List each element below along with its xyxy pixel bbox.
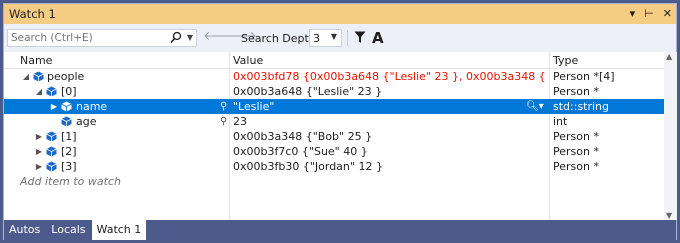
search-depth-select[interactable]: 3 ▼ <box>309 29 342 47</box>
text-format-icon[interactable]: A <box>372 29 384 47</box>
grid-header: Name Value Type <box>4 52 664 69</box>
table-row[interactable]: ◢ [0] 0x00b3a648 {"Leslie" 23 } Person * <box>4 84 664 99</box>
watch-type: Person * <box>553 130 599 143</box>
variable-icon <box>33 71 44 82</box>
variable-icon <box>46 161 57 172</box>
table-row[interactable]: ▶ [3] 0x00b3fb30 {"Jordan" 12 } Person * <box>4 159 664 174</box>
tab-autos[interactable]: Autos <box>4 220 45 240</box>
watch-type: Person * <box>553 160 599 173</box>
watch-window: Watch 1 ▾ ⊢ ✕ ▼ 🡐 🡒 Search Depth: 3 ▼ A <box>3 3 677 240</box>
watch-name: [1] <box>61 130 77 143</box>
table-row-selected[interactable]: ▶ name ⚲ "Leslie" 🔍︎▾ std::string <box>4 99 664 114</box>
vertical-scrollbar[interactable]: ▲ ▼ <box>664 52 677 220</box>
visualizer-magnifier-icon[interactable]: 🔍︎▾ <box>526 100 544 113</box>
toolbar: ▼ 🡐 🡒 Search Depth: 3 ▼ A <box>4 24 676 52</box>
table-row[interactable]: age ⚲ 23 int <box>4 114 664 129</box>
pin-to-source-icon[interactable]: ⚲ <box>220 100 227 113</box>
window-menu-dropdown-icon[interactable]: ▾ <box>630 4 636 24</box>
variable-icon <box>46 86 57 97</box>
column-header-name[interactable]: Name <box>20 54 52 67</box>
search-depth-label: Search Depth: <box>241 32 320 45</box>
watch-type: std::string <box>553 100 610 113</box>
watch-value: "Leslie" <box>233 100 275 113</box>
watch-value: 0x00b3a348 {"Bob" 25 } <box>233 130 373 143</box>
add-item-placeholder[interactable]: Add item to watch <box>20 175 121 188</box>
watch-type: Person * <box>553 85 599 98</box>
column-header-type[interactable]: Type <box>553 54 578 67</box>
expand-arrow-icon[interactable]: ▶ <box>35 130 43 143</box>
variable-icon <box>46 131 57 142</box>
table-row[interactable]: ▶ [2] 0x00b3f7c0 {"Sue" 40 } Person * <box>4 144 664 159</box>
close-icon[interactable]: ✕ <box>663 4 672 24</box>
table-row[interactable]: ▶ [1] 0x00b3a348 {"Bob" 25 } Person * <box>4 129 664 144</box>
collapse-arrow-icon[interactable]: ◢ <box>35 85 43 98</box>
watch-value: 0x00b3f7c0 {"Sue" 40 } <box>233 145 368 158</box>
search-options-dropdown-icon[interactable]: ▼ <box>187 31 193 45</box>
window-title: Watch 1 <box>9 7 56 21</box>
watch-type: Person * <box>553 145 599 158</box>
search-icon[interactable] <box>170 31 182 45</box>
variable-icon <box>46 146 57 157</box>
title-buttons: ▾ ⊢ ✕ <box>630 4 672 24</box>
scroll-up-icon[interactable]: ▲ <box>666 52 672 61</box>
watch-value: 0x00b3fb30 {"Jordan" 12 } <box>233 160 383 173</box>
tool-window-tabs: Autos Locals Watch 1 <box>4 220 676 240</box>
scroll-down-icon[interactable]: ▼ <box>666 211 672 220</box>
add-watch-row[interactable]: Add item to watch <box>4 174 664 189</box>
watch-type: Person *[4] <box>553 70 615 83</box>
search-depth-value: 3 <box>313 32 320 45</box>
watch-name: [3] <box>61 160 77 173</box>
watch-name: [2] <box>61 145 77 158</box>
table-row[interactable]: ◢ people 0x003bfd78 {0x00b3a648 {"Leslie… <box>4 69 664 84</box>
pin-icon[interactable]: ⊢ <box>644 4 654 24</box>
title-bar: Watch 1 ▾ ⊢ ✕ <box>4 4 676 24</box>
watch-name: people <box>47 70 85 83</box>
watch-type: int <box>553 115 568 128</box>
watch-grid: Name Value Type ◢ people 0x003bfd78 {0x0… <box>4 52 664 220</box>
pin-to-source-icon[interactable]: ⚲ <box>220 115 227 128</box>
expand-arrow-icon[interactable]: ▶ <box>35 160 43 173</box>
search-input[interactable] <box>8 30 161 46</box>
tab-locals[interactable]: Locals <box>46 220 90 240</box>
filter-icon[interactable] <box>354 31 366 44</box>
chevron-down-icon: ▼ <box>330 32 337 41</box>
watch-value: 0x003bfd78 {0x00b3a648 {"Leslie" 23 }, 0… <box>233 70 545 83</box>
collapse-arrow-icon[interactable]: ◢ <box>22 70 30 83</box>
column-header-value[interactable]: Value <box>233 54 263 67</box>
watch-value: 23 <box>233 115 247 128</box>
watch-name: name <box>76 100 108 113</box>
watch-value: 0x00b3a648 {"Leslie" 23 } <box>233 85 383 98</box>
search-box[interactable]: ▼ <box>7 29 197 47</box>
tab-watch-1[interactable]: Watch 1 <box>91 220 147 240</box>
watch-name: age <box>76 115 97 128</box>
member-variable-icon <box>61 116 72 127</box>
expand-arrow-icon[interactable]: ▶ <box>35 145 43 158</box>
member-variable-icon <box>61 101 72 112</box>
expand-arrow-icon[interactable]: ▶ <box>50 100 58 113</box>
toolbar-separator <box>347 30 348 46</box>
watch-name: [0] <box>61 85 77 98</box>
